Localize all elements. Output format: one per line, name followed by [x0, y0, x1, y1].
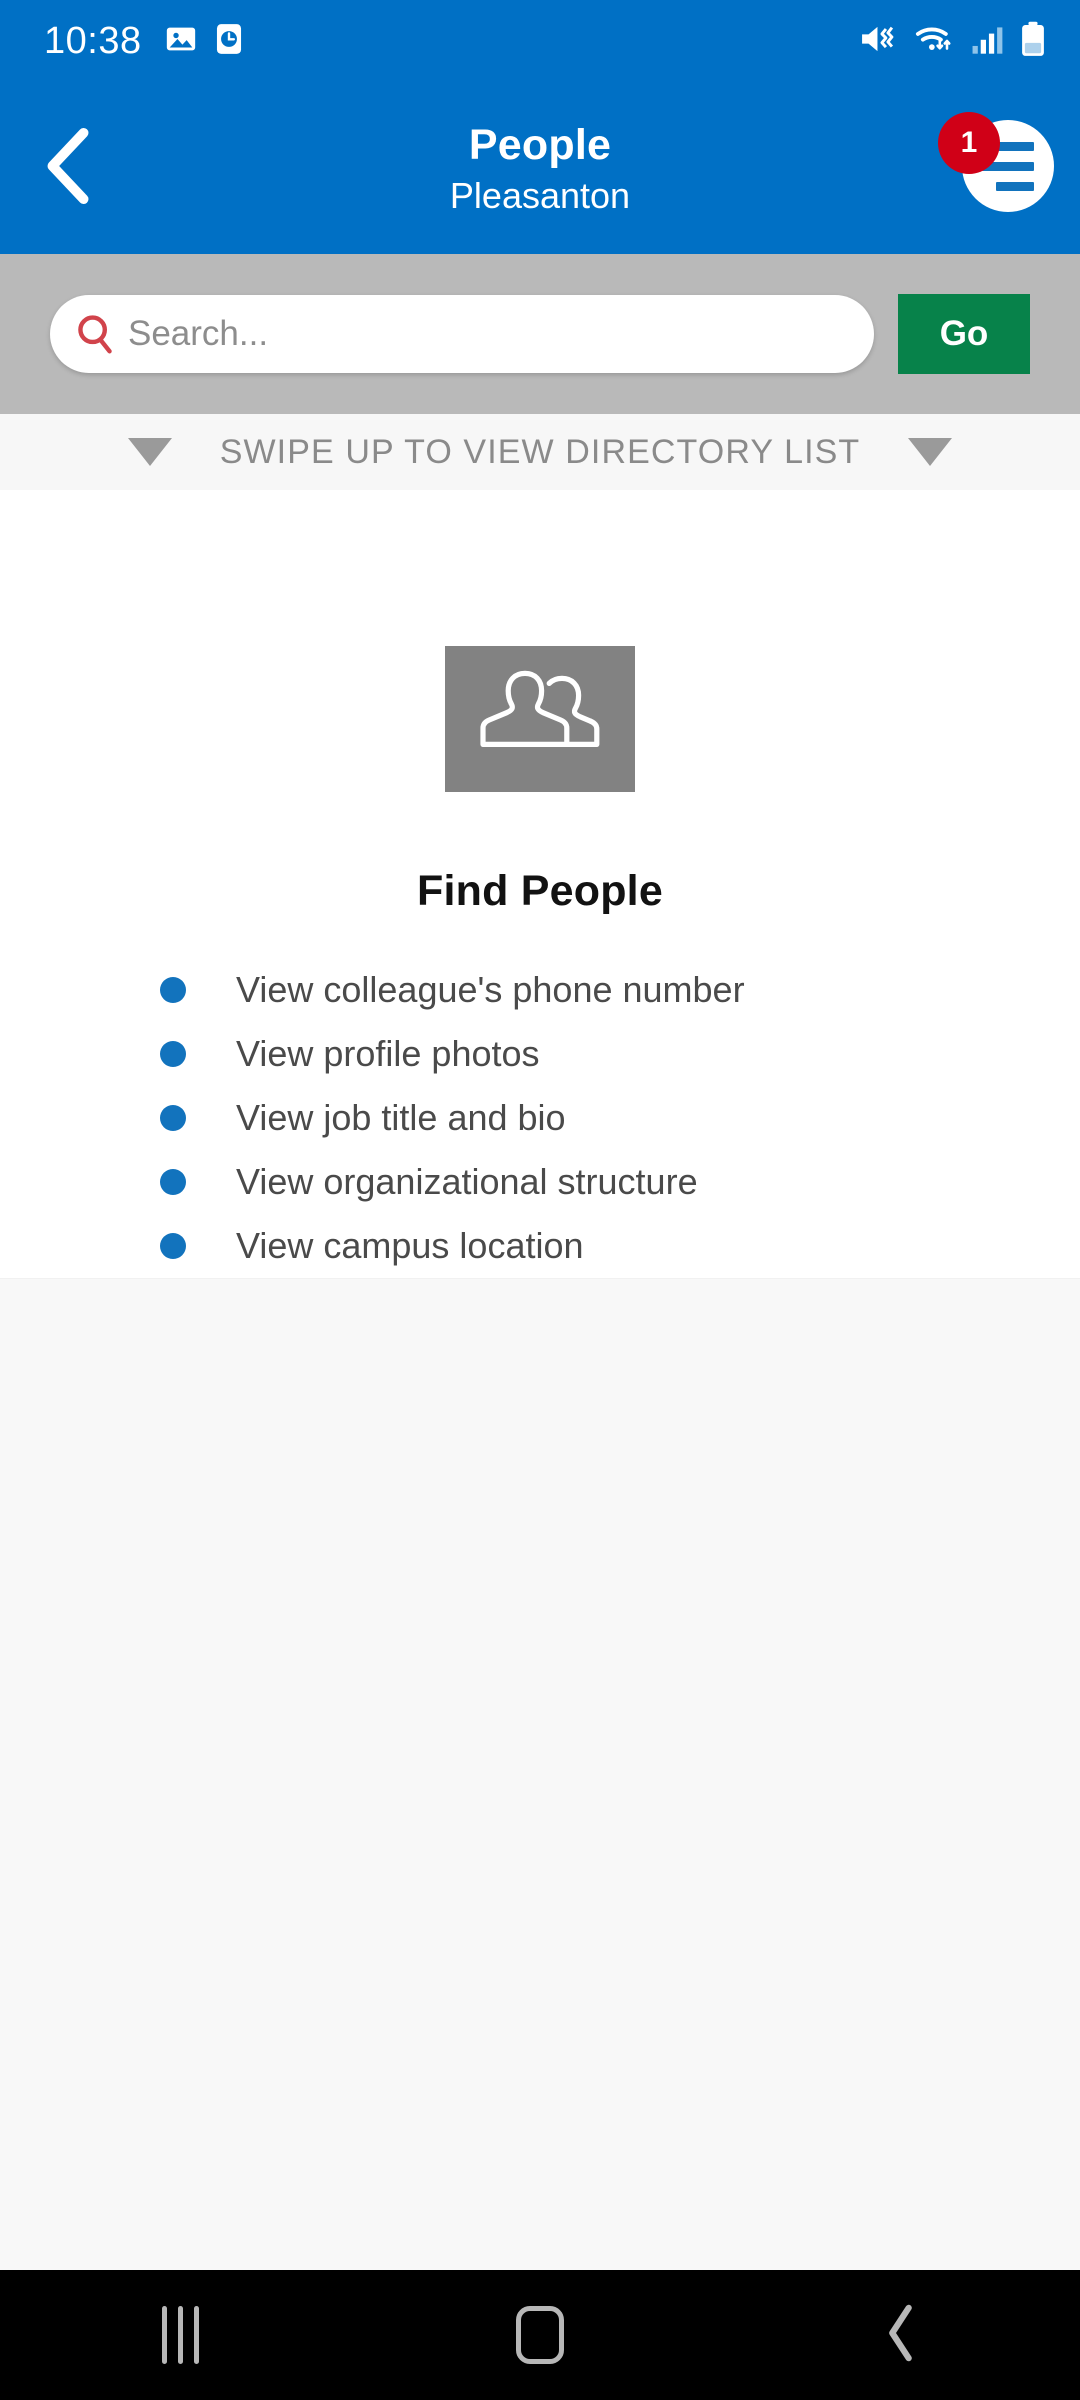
- app-screen: 10:38 People Pleasanton 1 Search... Go S…: [0, 0, 1080, 2400]
- cellular-signal-icon: [971, 22, 1005, 61]
- bullet-dot-icon: [160, 1041, 186, 1067]
- android-nav-bar: [0, 2270, 1080, 2400]
- swipe-up-banner[interactable]: SWIPE UP TO VIEW DIRECTORY LIST: [0, 414, 1080, 490]
- nav-back-button[interactable]: [810, 2270, 990, 2400]
- battery-icon: [1020, 21, 1046, 62]
- search-icon: [74, 312, 118, 356]
- page-title: People: [468, 120, 612, 169]
- back-chevron-icon: [40, 127, 96, 210]
- hamburger-line: [996, 181, 1034, 191]
- go-button[interactable]: Go: [898, 294, 1030, 374]
- list-item: View campus location: [160, 1214, 1080, 1278]
- list-item: View job title and bio: [160, 1086, 1080, 1150]
- recents-bar: [161, 2306, 167, 2364]
- swipe-banner-label: SWIPE UP TO VIEW DIRECTORY LIST: [219, 432, 861, 471]
- search-field-wrapper[interactable]: [50, 295, 874, 373]
- list-item-label: View job title and bio: [236, 1097, 566, 1138]
- list-item: View colleague's phone number: [160, 958, 1080, 1022]
- search-input[interactable]: [128, 314, 850, 354]
- bullet-dot-icon: [160, 1105, 186, 1131]
- home-icon: [516, 2306, 564, 2364]
- recents-bar: [193, 2306, 199, 2364]
- alarm-clock-icon: [214, 22, 244, 61]
- status-time: 10:38: [44, 20, 142, 62]
- menu-button[interactable]: 1: [938, 112, 1054, 224]
- find-people-heading: Find People: [417, 867, 663, 915]
- recents-button[interactable]: [90, 2270, 270, 2400]
- people-icon: [476, 665, 604, 774]
- list-item: View profile photos: [160, 1022, 1080, 1086]
- bullet-dot-icon: [160, 1169, 186, 1195]
- triangle-down-icon: [127, 438, 172, 466]
- mute-icon: [859, 22, 899, 61]
- wifi-icon: [914, 22, 956, 61]
- list-item-label: View organizational structure: [236, 1161, 698, 1202]
- bullet-dot-icon: [160, 977, 186, 1003]
- list-item-label: View campus location: [236, 1225, 584, 1266]
- feature-list: View colleague's phone number View profi…: [0, 958, 1080, 1278]
- status-notification-icons: [164, 22, 244, 61]
- empty-directory-area: [0, 1278, 1080, 2270]
- recents-icon: [161, 2306, 199, 2364]
- triangle-down-icon: [908, 438, 953, 466]
- bullet-dot-icon: [160, 1233, 186, 1259]
- app-header: People Pleasanton 1: [0, 82, 1080, 254]
- list-item-label: View colleague's phone number: [236, 969, 745, 1010]
- search-bar-container: Go: [0, 254, 1080, 414]
- people-tile: [445, 646, 635, 792]
- notification-badge: 1: [938, 112, 1000, 174]
- back-button[interactable]: [20, 120, 116, 216]
- header-titles: People Pleasanton: [0, 118, 1080, 218]
- status-bar: 10:38: [0, 0, 1080, 82]
- back-icon: [880, 2304, 920, 2367]
- page-subtitle: Pleasanton: [449, 175, 631, 217]
- home-button[interactable]: [450, 2270, 630, 2400]
- status-system-icons: [859, 21, 1046, 62]
- list-item-label: View profile photos: [236, 1033, 540, 1074]
- main-content: Find People View colleague's phone numbe…: [0, 490, 1080, 1278]
- list-item: View organizational structure: [160, 1150, 1080, 1214]
- image-icon: [164, 22, 198, 61]
- recents-bar: [177, 2306, 183, 2364]
